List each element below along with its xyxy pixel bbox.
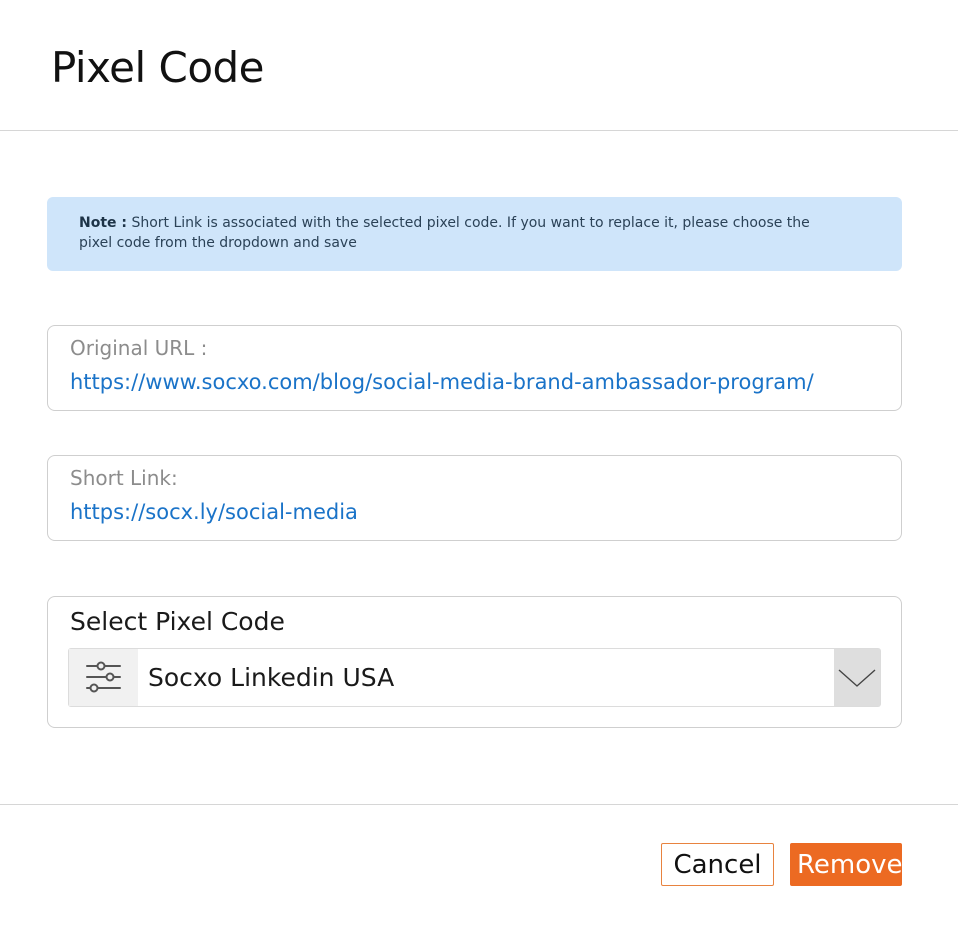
short-link-label: Short Link: xyxy=(70,466,178,490)
original-url-label: Original URL : xyxy=(70,336,208,360)
short-link-value[interactable]: https://socx.ly/social-media xyxy=(70,498,358,526)
note-banner: Note : Short Link is associated with the… xyxy=(47,197,902,271)
original-url-link[interactable]: https://www.socxo.com/blog/social-media-… xyxy=(70,368,814,396)
modal-title: Pixel Code xyxy=(51,43,265,92)
short-link-box: Short Link: https://socx.ly/social-media xyxy=(47,455,902,541)
sliders-icon xyxy=(69,649,138,706)
pixel-code-select-box: Select Pixel Code Socxo Linkedin USA xyxy=(47,596,902,728)
modal-header: Pixel Code xyxy=(0,0,958,131)
original-url-box: Original URL : https://www.socxo.com/blo… xyxy=(47,325,902,411)
pixel-code-dropdown[interactable]: Socxo Linkedin USA xyxy=(68,648,881,707)
modal-footer: Cancel Remove xyxy=(0,804,958,935)
note-text: Short Link is associated with the select… xyxy=(79,215,810,251)
selected-pixel-code: Socxo Linkedin USA xyxy=(148,663,395,692)
pixel-code-modal: Pixel Code Note : Short Link is associat… xyxy=(0,0,960,935)
note-label: Note : xyxy=(79,215,127,231)
chevron-down-icon[interactable] xyxy=(834,649,880,706)
remove-button[interactable]: Remove xyxy=(790,843,903,886)
select-pixel-code-label: Select Pixel Code xyxy=(70,607,285,636)
cancel-button[interactable]: Cancel xyxy=(661,843,774,886)
